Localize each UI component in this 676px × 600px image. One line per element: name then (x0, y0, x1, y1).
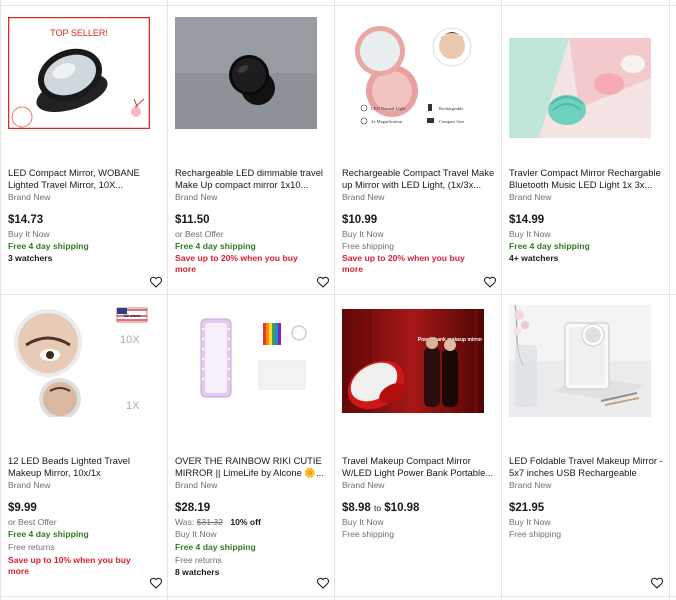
discount-label: 10% off (230, 517, 261, 527)
listing-condition: Brand New (342, 480, 385, 490)
product-image-art (509, 305, 651, 417)
listing-card[interactable]: Rechargeable LED dimmable travel Make Up… (167, 0, 334, 294)
price-to: $10.98 (384, 502, 420, 514)
watchers-count: 3 watchers (8, 253, 53, 263)
returns-label: Free returns (8, 542, 55, 552)
shipping-label: Free 4 day shipping (175, 241, 256, 251)
listing-price: $14.99 (509, 214, 545, 226)
listing-condition: Brand New (509, 192, 552, 202)
buy-it-now-label: Buy It Now (342, 517, 384, 527)
svg-text:1X: 1X (126, 400, 140, 412)
buy-it-now-label: Buy It Now (342, 229, 384, 239)
top-seller-badge: TOP SELLER! (50, 28, 108, 38)
shipping-label: Free shipping (342, 529, 395, 539)
best-offer-label: or Best Offer (8, 517, 57, 527)
listing-card[interactable]: Power bank makeup mirror Travel Makeup C… (334, 294, 501, 596)
heart-outline-icon[interactable] (149, 275, 163, 289)
svg-text:Compact Size: Compact Size (439, 119, 464, 124)
product-image[interactable]: LED Natural Light Rechargeable 3x Magnif… (342, 17, 484, 129)
listing-price-range: $8.98 to $10.98 (342, 502, 419, 514)
product-image-art: Power bank makeup mirror (342, 309, 484, 413)
svg-text:10X: 10X (120, 334, 140, 346)
save-offer-label[interactable]: Save up to 10% when you buy more (8, 555, 148, 577)
listing-price: $14.73 (8, 214, 44, 226)
product-image-art: TOP SELLER! (8, 17, 150, 129)
product-image[interactable] (175, 305, 317, 417)
product-image[interactable]: TOP SELLER! (8, 17, 150, 129)
listing-condition: Brand New (509, 480, 552, 490)
search-results-grid: TOP SELLER! LED Compact Mirror, WOBANE L… (0, 0, 676, 600)
product-image[interactable] (509, 38, 651, 138)
svg-text:Rechargeable: Rechargeable (439, 106, 463, 111)
best-offer-label: or Best Offer (175, 229, 224, 239)
buy-it-now-label: Buy It Now (509, 229, 551, 239)
listing-card[interactable]: US stock 10X 1X 12 LED Beads Lighted Tra… (0, 294, 167, 596)
listing-card[interactable]: LED Foldable Travel Makeup Mirror - 5x7 … (501, 294, 668, 596)
product-image-art: LED Natural Light Rechargeable 3x Magnif… (342, 17, 484, 129)
listing-title[interactable]: Travler Compact Mirror Rechargable Bluet… (509, 167, 664, 190)
listing-condition: Brand New (342, 192, 385, 202)
svg-text:US stock: US stock (123, 313, 141, 318)
product-image-art (175, 305, 317, 417)
product-image[interactable]: US stock 10X 1X (8, 305, 150, 417)
heart-outline-icon[interactable] (483, 275, 497, 289)
listing-title[interactable]: Travel Makeup Compact Mirror W/LED Light… (342, 455, 497, 478)
grid-divider (0, 596, 676, 597)
svg-text:3x Magnification: 3x Magnification (371, 119, 403, 124)
shipping-label: Free 4 day shipping (175, 542, 256, 552)
original-price: $31.32 (196, 517, 223, 527)
listing-title[interactable]: Rechargeable Compact Travel Make up Mirr… (342, 167, 497, 190)
svg-text:LED Natural Light: LED Natural Light (371, 106, 406, 111)
save-offer-label[interactable]: Save up to 20% when you buy more (175, 253, 315, 275)
buy-it-now-label: Buy It Now (509, 517, 551, 527)
was-price: Was: $31.32 10% off (175, 517, 261, 528)
shipping-label: Free 4 day shipping (509, 241, 590, 251)
listing-price: $11.50 (175, 214, 210, 226)
product-image-art: US stock 10X 1X (8, 305, 150, 417)
listing-condition: Brand New (175, 480, 218, 490)
shipping-label: Free shipping (509, 529, 562, 539)
listing-card[interactable]: OVER THE RAINBOW RIKI CUTIE MIRROR || Li… (167, 294, 334, 596)
listing-price: $10.99 (342, 214, 378, 226)
was-label: Was: (175, 517, 195, 527)
grid-divider (669, 0, 670, 600)
listing-title[interactable]: OVER THE RAINBOW RIKI CUTIE MIRROR || Li… (175, 455, 330, 478)
listing-price: $28.19 (175, 502, 211, 514)
buy-it-now-label: Buy It Now (8, 229, 50, 239)
listing-title[interactable]: 12 LED Beads Lighted Travel Makeup Mirro… (8, 455, 163, 478)
shipping-label: Free 4 day shipping (8, 529, 89, 539)
watchers-count: 8 watchers (175, 567, 220, 577)
heart-outline-icon[interactable] (316, 576, 330, 590)
listing-title[interactable]: LED Foldable Travel Makeup Mirror - 5x7 … (509, 455, 664, 478)
shipping-label: Free shipping (342, 241, 395, 251)
product-image[interactable]: Power bank makeup mirror (342, 309, 484, 413)
listing-condition: Brand New (8, 192, 51, 202)
listing-price: $9.99 (8, 502, 37, 514)
price-range-separator: to (373, 503, 382, 513)
price-from: $8.98 (342, 502, 371, 514)
watchers-count: 4+ watchers (509, 253, 559, 263)
returns-label: Free returns (175, 555, 222, 565)
listing-card[interactable]: TOP SELLER! LED Compact Mirror, WOBANE L… (0, 0, 167, 294)
listing-condition: Brand New (8, 480, 51, 490)
listing-price: $21.95 (509, 502, 545, 514)
product-image-art (175, 17, 317, 129)
product-image[interactable] (175, 17, 317, 129)
listing-title[interactable]: Rechargeable LED dimmable travel Make Up… (175, 167, 330, 190)
heart-outline-icon[interactable] (650, 576, 664, 590)
heart-outline-icon[interactable] (316, 275, 330, 289)
listing-title[interactable]: LED Compact Mirror, WOBANE Lighted Trave… (8, 167, 163, 190)
listing-card[interactable]: Travler Compact Mirror Rechargable Bluet… (501, 0, 668, 294)
product-image[interactable] (509, 305, 651, 417)
listing-card[interactable]: LED Natural Light Rechargeable 3x Magnif… (334, 0, 501, 294)
listing-condition: Brand New (175, 192, 218, 202)
heart-outline-icon[interactable] (149, 576, 163, 590)
buy-it-now-label: Buy It Now (175, 529, 217, 539)
save-offer-label[interactable]: Save up to 20% when you buy more (342, 253, 482, 275)
product-image-art (509, 38, 651, 138)
shipping-label: Free 4 day shipping (8, 241, 89, 251)
